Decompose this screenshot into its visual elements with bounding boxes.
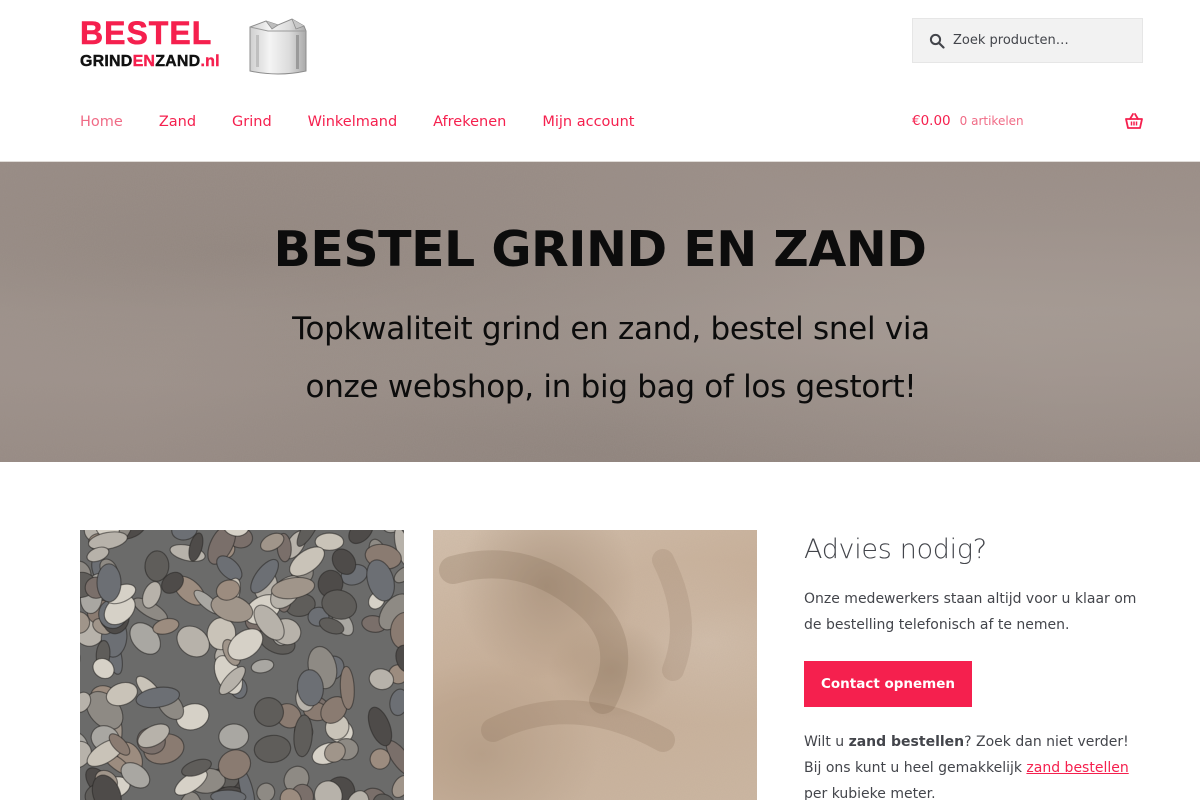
product-search[interactable] [912, 18, 1143, 63]
logo-line2: GRINDENZAND.nl [80, 53, 220, 70]
primary-navigation: Home Zand Grind Winkelmand Afrekenen Mij… [80, 113, 670, 131]
cart-amount: €0.00 [912, 113, 951, 129]
shopping-basket-icon[interactable] [1125, 112, 1143, 130]
nav-item-winkelmand[interactable]: Winkelmand [308, 113, 397, 131]
pebble [250, 658, 275, 674]
contact-button[interactable]: Contact opnemen [804, 661, 972, 707]
nav-item-home[interactable]: Home [80, 113, 123, 131]
advice-sidebar: Advies nodig? Onze medewerkers staan alt… [804, 530, 1144, 800]
pebble [391, 774, 404, 799]
pebble [96, 563, 122, 603]
search-input[interactable] [953, 33, 1133, 48]
pebble [80, 651, 81, 681]
nav-item-zand[interactable]: Zand [159, 113, 196, 131]
nav-item-afrekenen[interactable]: Afrekenen [433, 113, 506, 131]
pebble [256, 782, 276, 800]
nav-item-grind[interactable]: Grind [232, 113, 272, 131]
logo-line1: BESTEL [80, 15, 213, 51]
pebble [389, 688, 404, 717]
hero-banner: BESTEL GRIND EN ZAND Topkwaliteit grind … [0, 162, 1200, 462]
gravel-texture [80, 530, 404, 800]
bold-zand-bestellen: zand bestellen [848, 734, 965, 750]
zand-bestellen-link[interactable]: zand bestellen [1026, 760, 1128, 776]
pebble [253, 734, 292, 764]
pebble [218, 723, 250, 750]
hero-subtitle: Topkwaliteit grind en zand, bestel snel … [292, 311, 930, 405]
cart-item-count: 0 artikelen [959, 114, 1024, 128]
site-logo[interactable]: BESTEL GRINDENZAND.nl [80, 17, 312, 77]
gravel-product-image[interactable] [80, 530, 404, 800]
sand-product-image[interactable] [433, 530, 757, 800]
order-text: Wilt u zand bestellen? Zoek dan niet ver… [804, 734, 1129, 800]
big-bag-icon [249, 18, 307, 75]
nav-item-mijn-account[interactable]: Mijn account [542, 113, 634, 131]
sand-texture [433, 530, 757, 800]
hero-title: BESTEL GRIND EN ZAND [273, 221, 927, 278]
advice-title: Advies nodig? [804, 534, 987, 565]
advice-text: Onze medewerkers staan altijd voor u kla… [804, 591, 1137, 633]
header-cart[interactable]: €0.00 0 artikelen [912, 113, 1143, 129]
search-icon [929, 33, 945, 49]
